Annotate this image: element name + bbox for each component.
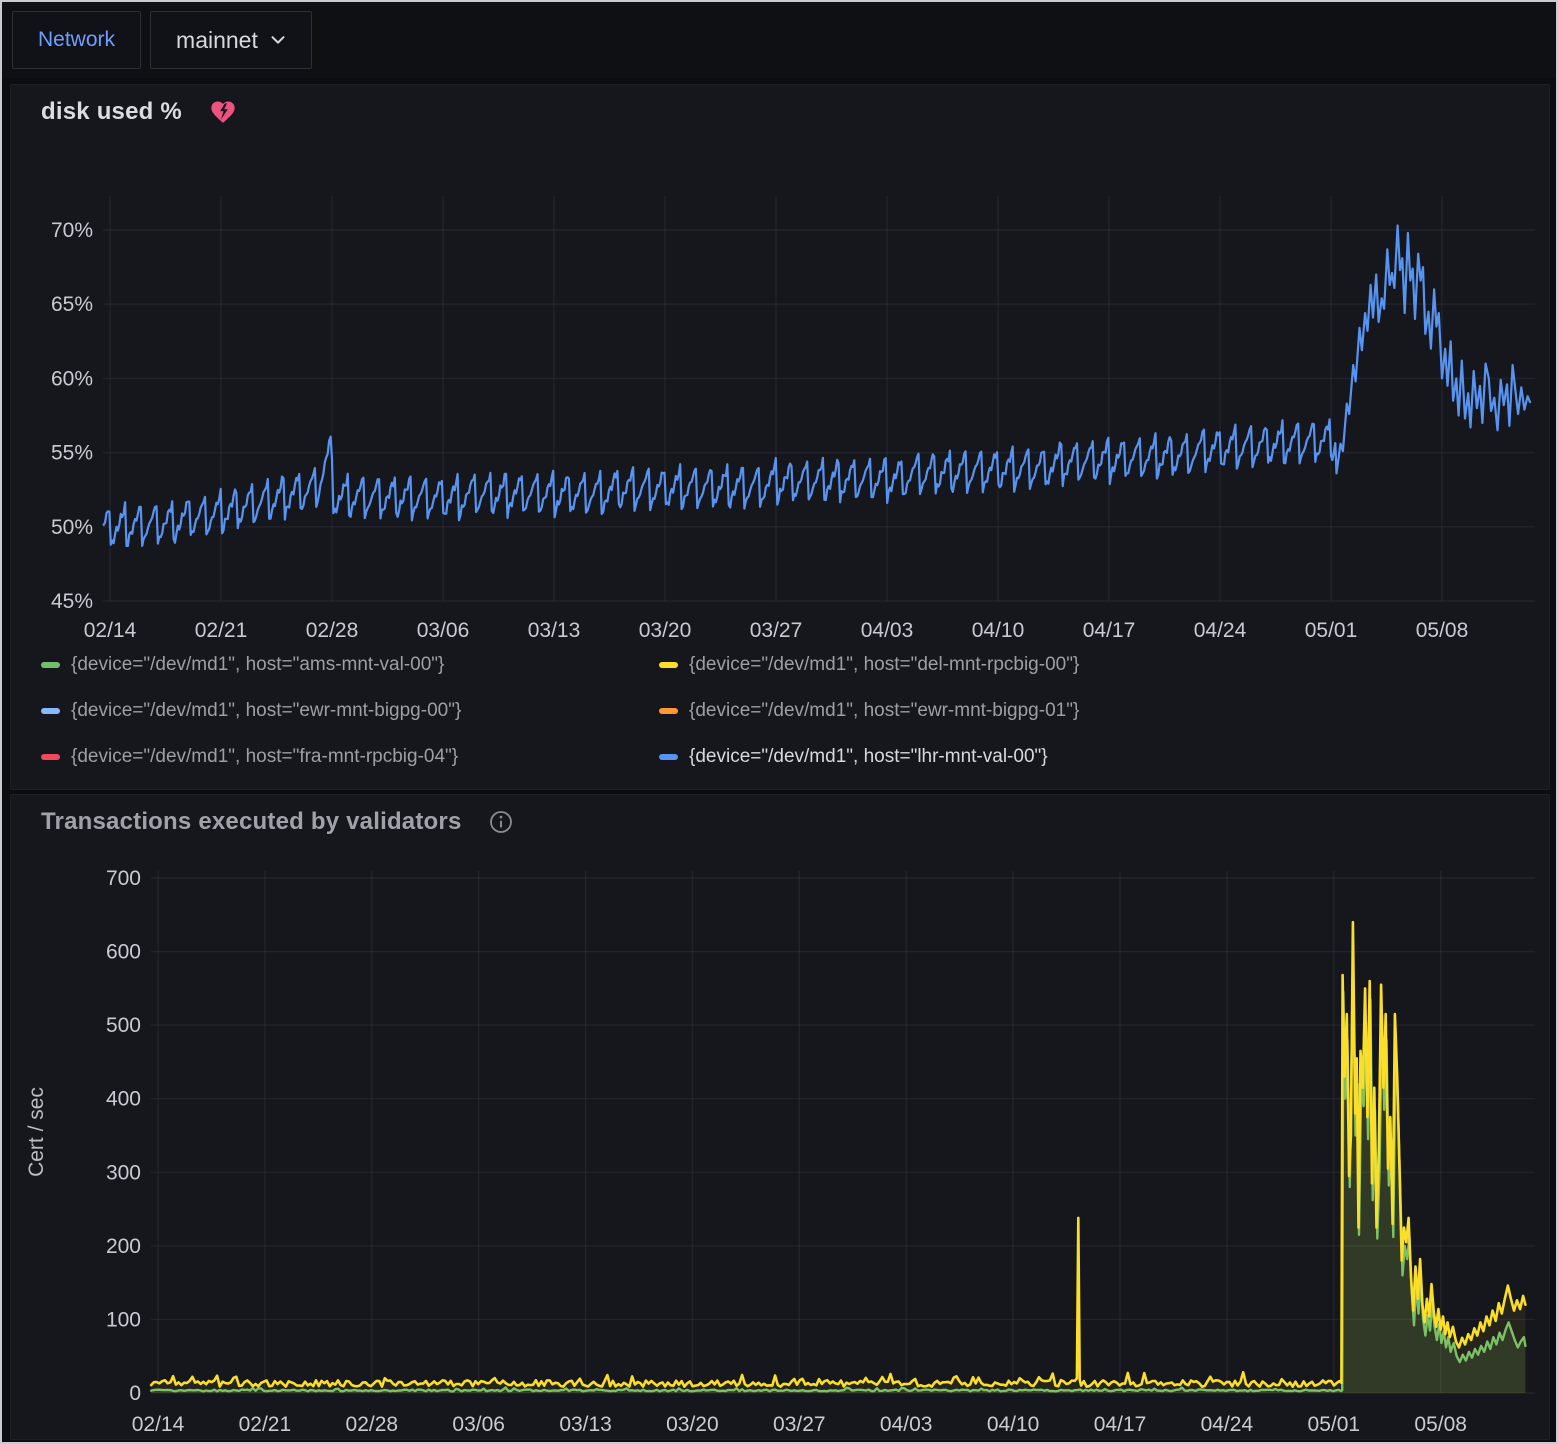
svg-text:03/06: 03/06 (452, 1413, 505, 1436)
svg-text:03/27: 03/27 (750, 619, 803, 642)
transactions-chart[interactable]: 0 100 200 300 400 500 600 700 02/14 02/21 02/28 03/… (11, 855, 1551, 1441)
legend-swatch (659, 662, 678, 668)
svg-text:55%: 55% (51, 442, 93, 465)
legend-label: {device="/dev/md1", host="fra-mnt-rpcbig… (71, 746, 458, 768)
svg-text:04/24: 04/24 (1201, 1413, 1254, 1436)
legend-item[interactable]: {device="/dev/md1", host="del-mnt-rpcbig… (659, 648, 1531, 682)
legend-item[interactable]: {device="/dev/md1", host="lhr-mnt-val-00… (659, 740, 1531, 774)
panel-title: Transactions executed by validators (41, 808, 462, 836)
svg-text:65%: 65% (51, 293, 93, 316)
panel-disk-used-header: disk used % (11, 85, 1549, 126)
svg-text:05/01: 05/01 (1305, 619, 1358, 642)
svg-text:02/21: 02/21 (195, 619, 248, 642)
svg-text:02/21: 02/21 (239, 1413, 292, 1436)
svg-text:05/08: 05/08 (1416, 619, 1469, 642)
chevron-down-icon (270, 35, 286, 45)
svg-text:05/08: 05/08 (1414, 1413, 1467, 1436)
svg-text:0: 0 (129, 1382, 141, 1405)
svg-text:50%: 50% (51, 516, 93, 539)
svg-text:300: 300 (106, 1161, 141, 1184)
network-dropdown[interactable]: mainnet (150, 11, 312, 69)
legend-item[interactable]: {device="/dev/md1", host="ewr-mnt-bigpg-… (659, 694, 1531, 728)
network-dropdown-value: mainnet (176, 27, 258, 54)
legend-label: {device="/dev/md1", host="ewr-mnt-bigpg-… (71, 700, 461, 722)
svg-text:100: 100 (106, 1308, 141, 1331)
panel-title: disk used % (41, 98, 182, 126)
legend-item[interactable]: {device="/dev/md1", host="fra-mnt-rpcbig… (41, 740, 641, 774)
legend-label: {device="/dev/md1", host="ams-mnt-val-00… (71, 654, 444, 676)
svg-text:400: 400 (106, 1088, 141, 1111)
svg-text:700: 700 (106, 867, 141, 890)
svg-text:03/06: 03/06 (417, 619, 470, 642)
info-icon[interactable] (489, 810, 513, 834)
svg-text:03/27: 03/27 (773, 1413, 826, 1436)
panel-disk-used: disk used % 45% 50% 55% 60% 65% 70% 02/14 02/21… (10, 84, 1550, 790)
legend-label: {device="/dev/md1", host="del-mnt-rpcbig… (689, 654, 1079, 676)
broken-heart-icon (209, 98, 237, 126)
svg-text:04/24: 04/24 (1194, 619, 1247, 642)
svg-text:60%: 60% (51, 367, 93, 390)
legend-item[interactable]: {device="/dev/md1", host="ams-mnt-val-00… (41, 648, 641, 682)
network-variable-label: Network (12, 11, 141, 69)
svg-text:04/10: 04/10 (972, 619, 1025, 642)
legend-item[interactable]: {device="/dev/md1", host="ewr-mnt-bigpg-… (41, 694, 641, 728)
svg-text:03/13: 03/13 (528, 619, 581, 642)
svg-text:200: 200 (106, 1235, 141, 1258)
svg-text:02/28: 02/28 (306, 619, 359, 642)
svg-text:03/20: 03/20 (639, 619, 692, 642)
chart-legend: {device="/dev/md1", host="ams-mnt-val-00… (41, 648, 1531, 774)
svg-text:04/03: 04/03 (861, 619, 914, 642)
svg-text:04/03: 04/03 (880, 1413, 933, 1436)
panel-transactions-header: Transactions executed by validators (11, 795, 1549, 836)
svg-text:500: 500 (106, 1014, 141, 1037)
disk-used-chart[interactable]: 45% 50% 55% 60% 65% 70% 02/14 02/21 02/28 03/06 03… (11, 185, 1551, 650)
svg-text:04/17: 04/17 (1083, 619, 1136, 642)
legend-swatch (659, 708, 678, 714)
svg-text:04/10: 04/10 (987, 1413, 1040, 1436)
svg-text:02/28: 02/28 (346, 1413, 399, 1436)
svg-text:70%: 70% (51, 219, 93, 242)
svg-text:600: 600 (106, 941, 141, 964)
svg-text:03/20: 03/20 (666, 1413, 719, 1436)
svg-text:45%: 45% (51, 590, 93, 613)
legend-label: {device="/dev/md1", host="ewr-mnt-bigpg-… (689, 700, 1079, 722)
legend-swatch (41, 708, 60, 714)
legend-swatch (41, 754, 60, 760)
svg-text:02/14: 02/14 (132, 1413, 185, 1436)
dashboard-toolbar: Network mainnet (2, 2, 1556, 78)
legend-swatch (41, 662, 60, 668)
svg-text:Cert / sec: Cert / sec (25, 1087, 48, 1177)
svg-text:03/13: 03/13 (559, 1413, 612, 1436)
legend-swatch (659, 754, 678, 760)
network-label: Network (38, 28, 115, 52)
svg-text:05/01: 05/01 (1308, 1413, 1361, 1436)
panel-transactions: Transactions executed by validators 0 100… (10, 794, 1550, 1440)
svg-text:02/14: 02/14 (84, 619, 137, 642)
svg-text:04/17: 04/17 (1094, 1413, 1147, 1436)
legend-label: {device="/dev/md1", host="lhr-mnt-val-00… (689, 746, 1048, 768)
